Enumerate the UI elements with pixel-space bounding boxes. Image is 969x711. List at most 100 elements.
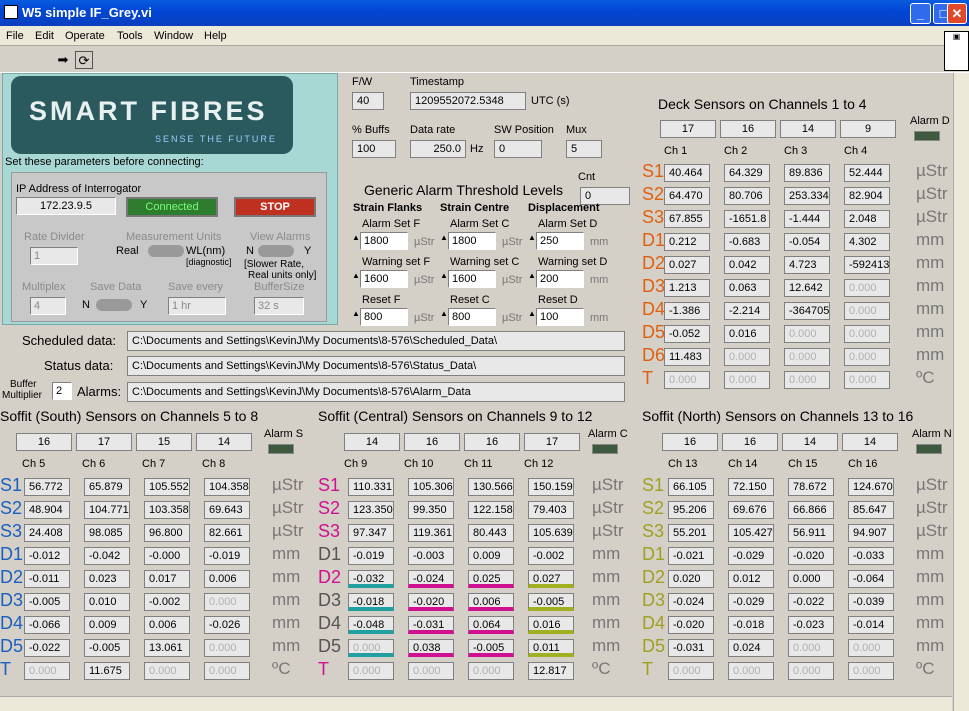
central-value: -0.024 (408, 570, 454, 588)
menu-tools[interactable]: Tools (117, 30, 143, 42)
north-value: -0.031 (668, 639, 714, 657)
menu-window[interactable]: Window (154, 30, 193, 42)
central-value: -0.031 (408, 616, 454, 634)
spinner-icon[interactable]: ▲▼ (352, 310, 368, 318)
south-row-label: S3 (0, 521, 23, 541)
units-toggle[interactable] (148, 245, 184, 257)
deck-value: -1.386 (664, 302, 710, 320)
deck-value: 0.000 (664, 371, 710, 389)
north-value: 0.000 (848, 662, 894, 680)
deck-row-label: D3 (642, 276, 666, 296)
buffer-size-select[interactable]: 32 s (254, 297, 304, 315)
deck-unit-label: mm (916, 276, 945, 295)
cnt-label: Cnt (578, 171, 596, 183)
vertical-scrollbar[interactable] (953, 73, 969, 711)
close-button[interactable]: ✕ (947, 3, 967, 24)
alarm-level-field[interactable]: 100 (536, 308, 584, 326)
rate-divider-label: Rate Divider (24, 231, 85, 243)
north-value: 94.907 (848, 524, 894, 542)
mu-diag-label: [diagnostic] (186, 257, 232, 267)
scheduled-data-path[interactable]: C:\Documents and Settings\KevinJ\My Docu… (127, 331, 625, 351)
menu-help[interactable]: Help (204, 30, 227, 42)
rate-divider-field[interactable]: 1 (30, 247, 78, 265)
central-value: 0.038 (408, 639, 454, 657)
south-unit-label: mm (272, 636, 301, 655)
alarm-level-field[interactable]: 1600 (448, 270, 496, 288)
param-box: IP Address of Interrogator 172.23.9.5 Co… (11, 172, 327, 322)
south-value: 82.661 (204, 524, 250, 542)
spinner-icon[interactable]: ▲▼ (528, 234, 544, 242)
deck-value: 0.000 (844, 348, 890, 366)
north-title: Soffit (North) Sensors on Channels 13 to… (642, 408, 914, 424)
south-value: 0.000 (204, 639, 250, 657)
south-row-label: S2 (0, 498, 23, 518)
alarm-level-label: Alarm Set C (450, 218, 510, 230)
north-unit-label: µStr (916, 475, 948, 494)
displacement-heading: Displacement (528, 202, 600, 214)
south-unit-label: mm (272, 613, 301, 632)
alarm-level-field[interactable]: 1800 (360, 232, 408, 250)
menu-file[interactable]: File (6, 30, 24, 42)
spinner-icon[interactable]: ▲▼ (440, 234, 456, 242)
north-value: 56.911 (788, 524, 834, 542)
save-every-select[interactable]: 1 hr (168, 297, 226, 315)
save-y-label: Y (140, 299, 148, 311)
alarm-level-field[interactable]: 1600 (360, 270, 408, 288)
deck-value: 0.000 (784, 325, 830, 343)
deck-value: 0.000 (784, 348, 830, 366)
alarm-level-label: Reset C (450, 294, 490, 306)
spinner-icon[interactable]: ▲▼ (440, 272, 456, 280)
spinner-icon[interactable]: ▲▼ (352, 234, 368, 242)
south-value: 0.006 (144, 616, 190, 634)
spinner-icon[interactable]: ▲▼ (528, 272, 544, 280)
measurement-units-label: Measurement Units (126, 231, 222, 243)
deck-channel-label: Ch 2 (724, 145, 748, 157)
horizontal-scrollbar[interactable] (0, 696, 952, 711)
alarm-level-field[interactable]: 800 (448, 308, 496, 326)
central-value: -0.032 (348, 570, 394, 588)
run-arrow-icon[interactable]: ➡ (54, 51, 72, 69)
smart-fibres-logo: SMART FIBRES SENSE THE FUTURE (11, 76, 293, 154)
deck-value: 12.642 (784, 279, 830, 297)
north-channel-label: Ch 14 (728, 458, 758, 470)
stop-button[interactable]: STOP (234, 197, 316, 217)
view-alarms-toggle[interactable] (258, 245, 294, 257)
central-count: 16 (464, 433, 520, 451)
buffer-multiplier-field[interactable]: 2 (52, 382, 72, 400)
deck-channel-label: Ch 4 (844, 145, 868, 157)
alarm-level-field[interactable]: 200 (536, 270, 584, 288)
alarm-level-field[interactable]: 800 (360, 308, 408, 326)
south-row-label: D4 (0, 613, 24, 633)
alarms-path[interactable]: C:\Documents and Settings\KevinJ\My Docu… (127, 382, 625, 402)
minimize-button[interactable]: _ (910, 3, 931, 24)
south-value: 56.772 (24, 478, 70, 496)
menu-edit[interactable]: Edit (35, 30, 54, 42)
south-value: 96.800 (144, 524, 190, 542)
central-value: 105.306 (408, 478, 454, 496)
multiplex-field[interactable]: 4 (30, 297, 66, 315)
deck-alarm-label: Alarm D (910, 115, 950, 127)
deck-value: 40.464 (664, 164, 710, 182)
central-channel-label: Ch 9 (344, 458, 368, 470)
save-data-toggle[interactable] (96, 299, 132, 311)
deck-value: 64.470 (664, 187, 710, 205)
toolbar: ➡ ⟳ (0, 47, 969, 73)
spinner-icon[interactable]: ▲▼ (440, 310, 456, 318)
run-continuous-icon[interactable]: ⟳ (75, 51, 93, 69)
status-data-path[interactable]: C:\Documents and Settings\KevinJ\My Docu… (127, 356, 625, 376)
menu-operate[interactable]: Operate (65, 30, 105, 42)
deck-value: 0.016 (724, 325, 770, 343)
alarm-level-field[interactable]: 1800 (448, 232, 496, 250)
south-row-label: D2 (0, 567, 24, 587)
alarm-level-field[interactable]: 250 (536, 232, 584, 250)
ip-field[interactable]: 172.23.9.5 (16, 197, 116, 215)
central-row-label: S3 (318, 521, 341, 541)
deck-value: 52.444 (844, 164, 890, 182)
north-value: -0.064 (848, 570, 894, 588)
deck-value: -592413 (844, 256, 890, 274)
spinner-icon[interactable]: ▲▼ (352, 272, 368, 280)
south-unit-label: mm (272, 544, 301, 563)
spinner-icon[interactable]: ▲▼ (528, 310, 544, 318)
south-value: 0.009 (84, 616, 130, 634)
buffer-label: Buffer (10, 379, 37, 390)
